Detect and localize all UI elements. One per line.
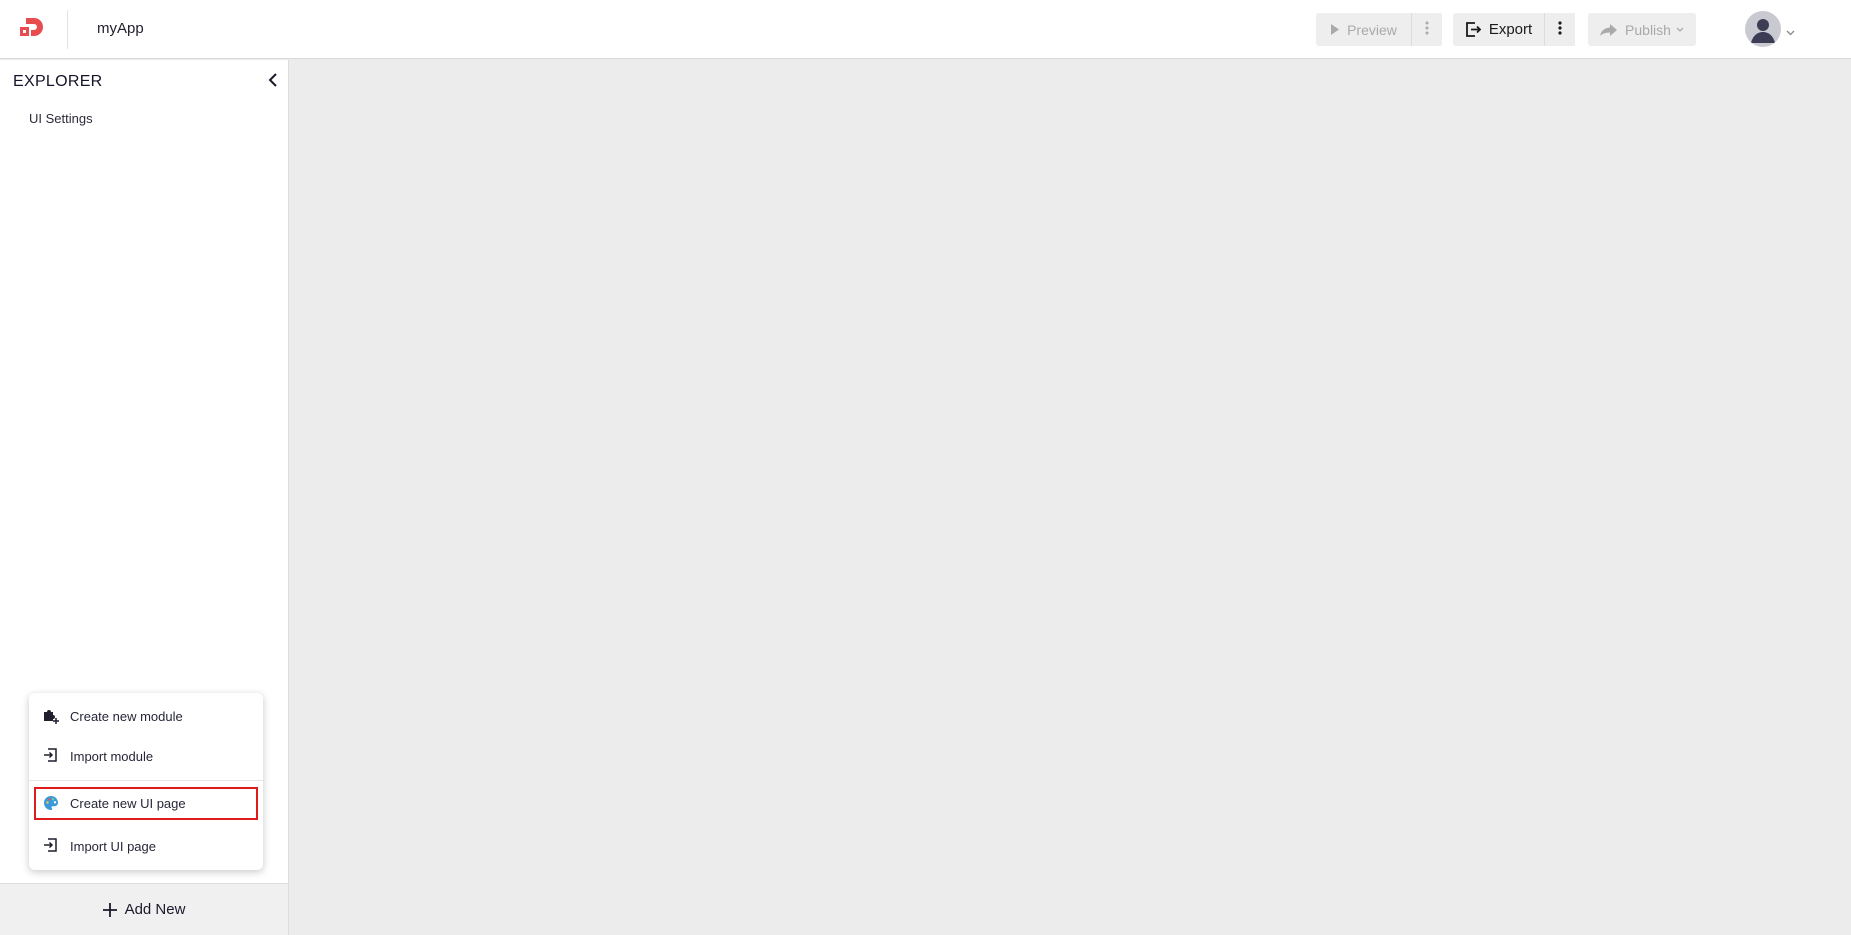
preview-label: Preview — [1347, 21, 1397, 38]
add-new-menu: Create new module Import module Create n… — [29, 693, 263, 870]
menu-item-create-new-ui-page[interactable]: Create new UI page — [34, 787, 258, 820]
add-new-label: Add New — [124, 901, 186, 918]
publish-button-group: Publish — [1588, 13, 1696, 46]
play-icon — [1330, 24, 1340, 35]
add-new-button[interactable]: Add New — [0, 883, 288, 935]
preview-button-group: Preview — [1316, 13, 1443, 46]
share-arrow-icon — [1600, 23, 1618, 36]
chevron-down-icon — [1676, 27, 1684, 32]
tree-item-ui-settings[interactable]: UI Settings — [29, 111, 93, 126]
export-button[interactable]: Export — [1453, 13, 1544, 46]
publish-label: Publish — [1625, 21, 1671, 38]
preview-button[interactable]: Preview — [1316, 13, 1411, 46]
explorer-title: EXPLORER — [13, 73, 103, 90]
menu-item-label: Create new UI page — [70, 796, 186, 811]
menu-item-import-ui-page[interactable]: Import UI page — [35, 830, 257, 862]
menu-item-label: Import UI page — [70, 838, 156, 854]
top-header: myApp Preview Export Publish — [0, 0, 1851, 59]
puzzle-plus-icon — [43, 708, 59, 724]
more-vertical-icon — [1425, 21, 1429, 38]
export-button-group: Export — [1453, 13, 1577, 46]
publish-button[interactable]: Publish — [1588, 13, 1696, 46]
chevron-down-icon[interactable] — [1786, 23, 1795, 41]
preview-options-button[interactable] — [1412, 13, 1442, 46]
menu-item-import-module[interactable]: Import module — [35, 740, 257, 772]
collapse-sidebar-button[interactable] — [264, 70, 284, 90]
plus-icon — [102, 902, 117, 917]
export-options-button[interactable] — [1545, 13, 1575, 46]
export-icon — [1465, 22, 1482, 37]
user-avatar[interactable] — [1745, 11, 1781, 47]
palette-icon — [43, 795, 59, 811]
export-label: Export — [1488, 21, 1533, 38]
menu-item-create-new-module[interactable]: Create new module — [35, 700, 257, 732]
import-icon — [43, 748, 59, 764]
more-vertical-icon — [1558, 21, 1562, 38]
app-title: myApp — [97, 20, 144, 37]
user-icon — [1751, 19, 1775, 43]
app-logo-icon[interactable] — [20, 18, 44, 40]
import-icon — [43, 838, 59, 854]
chevron-left-icon — [268, 73, 277, 87]
menu-divider — [29, 780, 263, 781]
menu-item-label: Import module — [70, 748, 154, 764]
header-divider — [67, 10, 68, 49]
menu-item-label: Create new module — [70, 708, 183, 724]
